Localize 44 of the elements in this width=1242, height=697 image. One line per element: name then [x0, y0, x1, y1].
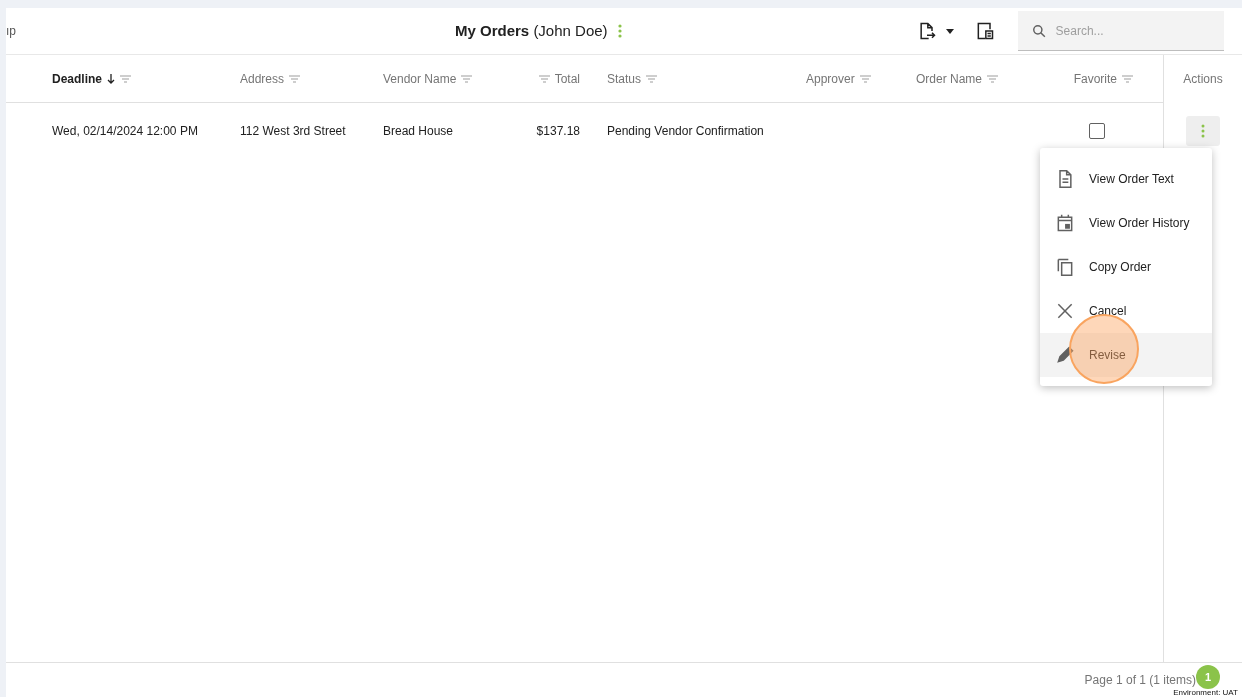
cut-off-text: ıp: [6, 23, 17, 40]
page-title: My Orders (John Doe): [455, 20, 608, 41]
calendar-icon: [1055, 213, 1075, 233]
pagination-text: Page 1 of 1 (1 items): [1084, 672, 1196, 689]
filter-icon[interactable]: [538, 74, 550, 83]
column-header: Actions: [1183, 71, 1223, 88]
column-header[interactable]: Favorite: [1056, 69, 1133, 88]
search-field[interactable]: Search...: [1017, 11, 1224, 51]
filter-icon[interactable]: [1122, 74, 1133, 83]
table-cell-text: 112 West 3rd Street: [240, 122, 347, 140]
more-vertical-icon[interactable]: [617, 24, 622, 38]
more-vertical-icon: [1201, 124, 1205, 138]
environment-label: Environment: UAT: [1173, 689, 1238, 697]
table-cell-text: $137.18: [535, 122, 580, 140]
sort-down-icon: [107, 73, 115, 84]
copy-icon: [1055, 257, 1075, 277]
menu-item[interactable]: Cancel: [1040, 289, 1212, 333]
table-cell-text: Bread House: [383, 122, 455, 140]
column-header[interactable]: Total: [526, 69, 580, 88]
filter-icon[interactable]: [461, 74, 473, 83]
menu-item[interactable]: View Order Text: [1040, 157, 1212, 201]
column-header[interactable]: Order Name: [916, 69, 1056, 88]
favorite-checkbox[interactable]: [1089, 122, 1105, 139]
filter-icon[interactable]: [859, 74, 871, 83]
filter-icon[interactable]: [646, 74, 658, 83]
column-header[interactable]: Vendor Name: [383, 69, 526, 88]
filter-icon[interactable]: [289, 74, 301, 83]
pencil-icon: [1055, 345, 1075, 365]
menu-item[interactable]: Copy Order: [1040, 245, 1212, 289]
filter-icon[interactable]: [987, 74, 999, 83]
click-highlight: [1069, 314, 1139, 384]
menu-item[interactable]: View Order History: [1040, 201, 1212, 245]
row-actions-button[interactable]: [1186, 116, 1220, 146]
column-header[interactable]: Deadline: [52, 69, 240, 88]
search-icon: [1031, 24, 1046, 38]
close-icon: [1055, 301, 1075, 321]
column-header[interactable]: Approver: [806, 69, 916, 88]
table-cell-text: Pending Vendor Confirmation: [607, 122, 765, 140]
table-cell-text: Wed, 02/14/2024 12:00 PM: [52, 122, 199, 140]
menu-item[interactable]: Revise: [1040, 333, 1212, 377]
column-header[interactable]: Status: [607, 69, 806, 88]
column-header[interactable]: Address: [240, 69, 383, 88]
caret-icon[interactable]: [945, 28, 954, 34]
filter-icon[interactable]: [120, 74, 131, 83]
